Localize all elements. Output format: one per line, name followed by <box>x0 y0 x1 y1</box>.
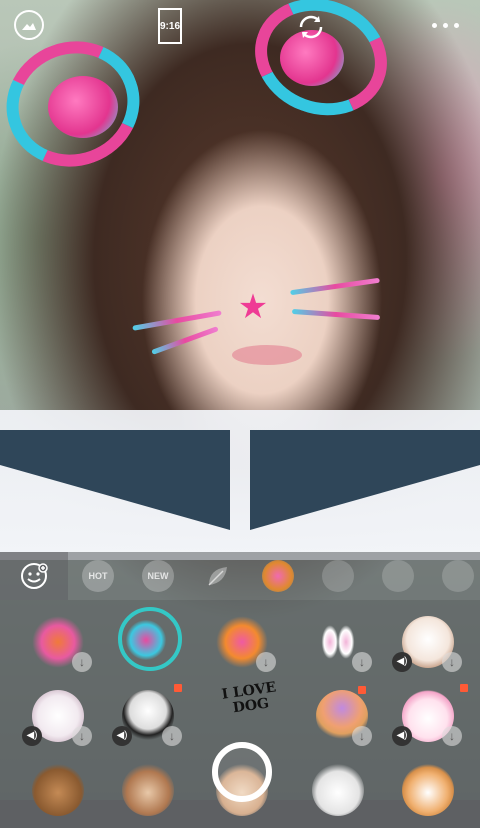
sound-icon: ◀) <box>112 726 132 746</box>
download-icon[interactable]: ↓ <box>442 726 462 746</box>
category-favorites[interactable] <box>0 552 68 600</box>
sticker-item[interactable] <box>16 756 96 828</box>
download-icon[interactable]: ↓ <box>72 652 92 672</box>
leaf-icon <box>208 567 227 586</box>
sparkle-orb-left <box>48 76 118 138</box>
download-icon[interactable]: ↓ <box>256 652 276 672</box>
sticker-item[interactable]: ↓ <box>296 608 376 680</box>
sticker-item[interactable]: ↓ <box>300 682 380 754</box>
white-puppies-icon <box>312 764 364 816</box>
sticker-item[interactable] <box>386 756 466 828</box>
whisker <box>132 310 222 331</box>
hot-label: HOT <box>82 560 114 592</box>
sound-icon: ◀) <box>392 726 412 746</box>
download-icon[interactable]: ↓ <box>72 726 92 746</box>
category-leaf[interactable] <box>188 552 248 600</box>
bear-face-icon <box>32 764 84 816</box>
sticker-item[interactable]: ↓ <box>16 608 96 680</box>
whisker <box>291 308 381 321</box>
gallery-icon[interactable] <box>14 10 44 40</box>
category-hot[interactable]: HOT <box>68 552 128 600</box>
whisker <box>151 326 219 355</box>
sticker-thumbnail-icon <box>322 560 354 592</box>
whisker <box>290 277 380 296</box>
shiba-face-icon <box>402 764 454 816</box>
selected-sticker-ring <box>118 607 182 671</box>
aspect-ratio-label: 9:16 <box>160 20 181 32</box>
new-label: NEW <box>142 560 174 592</box>
new-badge <box>460 684 468 692</box>
bear-and-bunny-icon <box>122 764 174 816</box>
shutter-button[interactable] <box>212 742 272 802</box>
category-pudding[interactable] <box>368 552 428 600</box>
sound-icon: ◀) <box>392 652 412 672</box>
new-badge <box>174 684 182 692</box>
sticker-thumbnail-icon <box>382 560 414 592</box>
sticker-item[interactable]: ◀) ↓ <box>106 682 186 754</box>
sticker-item[interactable]: ◀) ↓ <box>16 682 96 754</box>
aspect-ratio-button[interactable]: 9:16 <box>158 8 182 44</box>
sticker-thumbnail-icon <box>442 560 474 592</box>
switch-camera-icon[interactable] <box>294 10 328 44</box>
sticker-item[interactable]: ◀) ↓ <box>386 682 468 754</box>
sticker-thumbnail-icon <box>262 560 294 592</box>
download-icon[interactable]: ↓ <box>352 726 372 746</box>
sound-icon: ◀) <box>22 726 42 746</box>
category-mask[interactable] <box>428 552 480 600</box>
sticker-item[interactable] <box>296 756 376 828</box>
sticker-item[interactable]: ↓ <box>200 608 280 680</box>
download-icon[interactable]: ↓ <box>442 652 462 672</box>
download-icon[interactable]: ↓ <box>352 652 372 672</box>
smiley-face-icon <box>21 563 48 589</box>
category-new[interactable]: NEW <box>128 552 188 600</box>
sticker-item[interactable]: ◀) ↓ <box>386 608 466 680</box>
new-badge <box>358 686 366 694</box>
category-glitter-ears[interactable] <box>248 552 308 600</box>
category-flowers[interactable] <box>308 552 368 600</box>
lips <box>232 345 302 365</box>
more-icon[interactable] <box>432 18 476 32</box>
sticker-item[interactable] <box>106 756 186 828</box>
sparkle-nose-icon: ★ <box>237 288 269 326</box>
sticker-category-bar: HOT NEW <box>0 552 480 600</box>
download-icon[interactable]: ↓ <box>162 726 182 746</box>
